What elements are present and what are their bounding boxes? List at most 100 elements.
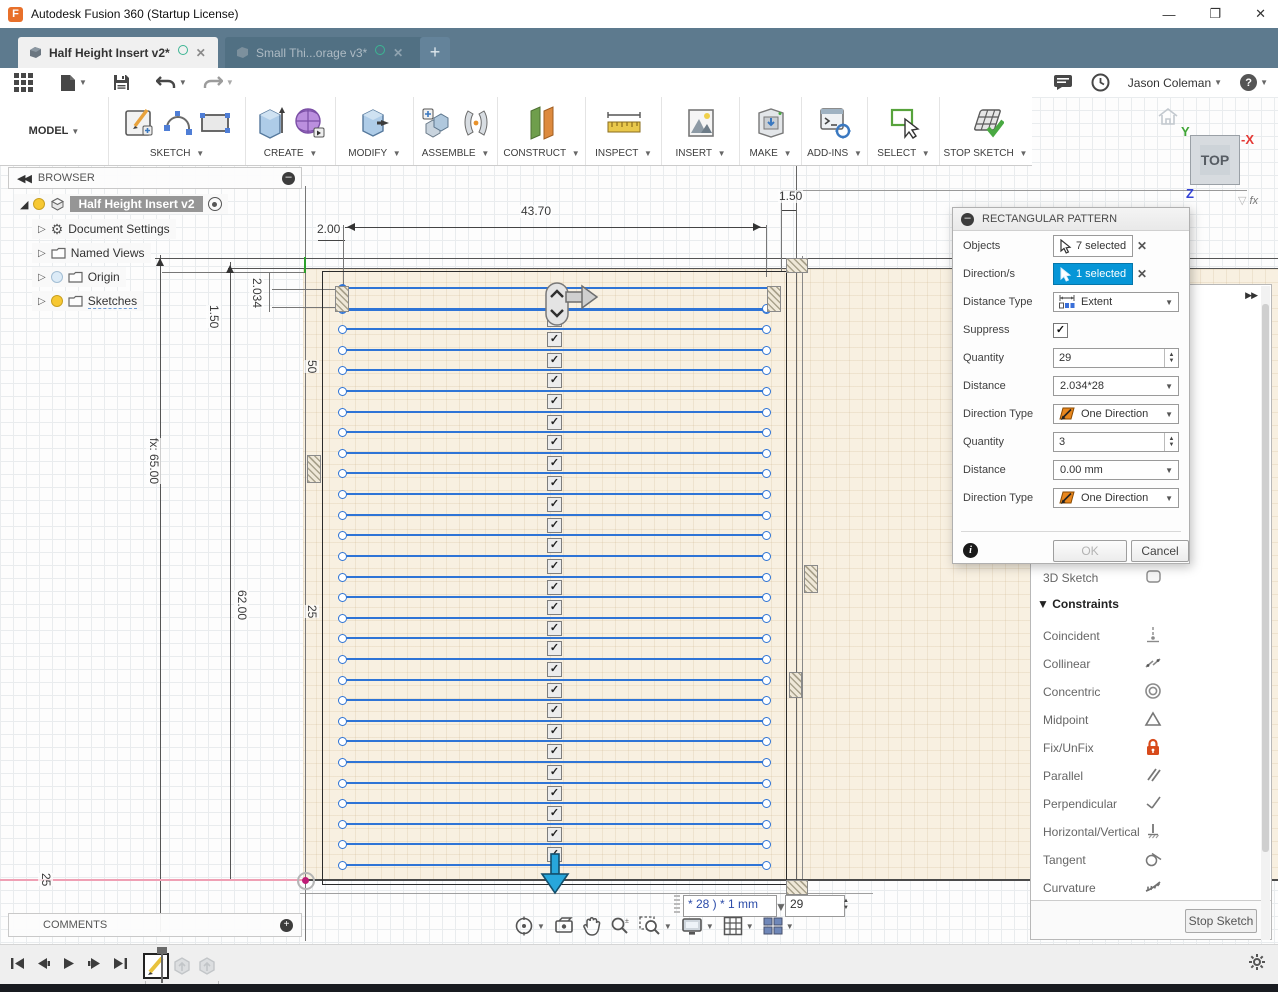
- constraint-midpoint[interactable]: Midpoint: [1031, 709, 1261, 731]
- visibility-bulb-icon[interactable]: [51, 271, 63, 283]
- display-settings-button[interactable]: ▼: [681, 917, 714, 936]
- ribbon-menu-make[interactable]: MAKE ▼: [749, 148, 791, 165]
- instance-suppress-checkbox[interactable]: ✓: [547, 786, 562, 801]
- timeline-marker-line[interactable]: [161, 953, 163, 983]
- sketch-point[interactable]: [338, 387, 347, 396]
- pattern-slot-line[interactable]: [342, 596, 766, 598]
- instance-suppress-checkbox[interactable]: ✓: [547, 662, 562, 677]
- sketch-point[interactable]: [338, 758, 347, 767]
- zoom-button[interactable]: ±: [610, 916, 630, 936]
- instance-suppress-checkbox[interactable]: ✓: [547, 621, 562, 636]
- cancel-button[interactable]: Cancel: [1131, 540, 1189, 562]
- look-at-button[interactable]: [554, 917, 574, 935]
- instance-suppress-checkbox[interactable]: ✓: [547, 435, 562, 450]
- expand-arrow-icon[interactable]: ▷: [38, 224, 46, 235]
- origin-point[interactable]: [302, 877, 309, 884]
- quantity-2-spinner[interactable]: ▲▼: [1164, 433, 1178, 451]
- instance-suppress-checkbox[interactable]: ✓: [547, 580, 562, 595]
- sketch-point[interactable]: [338, 614, 347, 623]
- help-menu[interactable]: ?▼: [1240, 74, 1268, 91]
- sketch-point[interactable]: [338, 449, 347, 458]
- pattern-slot-line[interactable]: [342, 740, 766, 742]
- pattern-slot-line[interactable]: [342, 843, 766, 845]
- pattern-slot-line[interactable]: [342, 349, 766, 351]
- dimension-label[interactable]: 2.00: [316, 223, 341, 236]
- browser-item-label[interactable]: Document Settings: [68, 222, 169, 236]
- collapse-panel-icon[interactable]: ◀◀: [17, 172, 30, 185]
- quantity-spinner[interactable]: ▲▼: [840, 895, 852, 915]
- instance-suppress-checkbox[interactable]: ✓: [547, 497, 562, 512]
- instance-suppress-checkbox[interactable]: ✓: [547, 332, 562, 347]
- instance-suppress-checkbox[interactable]: ✓: [547, 394, 562, 409]
- new-component-icon[interactable]: [420, 106, 454, 140]
- instance-suppress-checkbox[interactable]: ✓: [547, 765, 562, 780]
- browser-panel-header[interactable]: ◀◀ BROWSER –: [8, 167, 302, 189]
- pattern-slot-line[interactable]: [342, 802, 766, 804]
- sketch-point[interactable]: [762, 573, 771, 582]
- browser-root-row[interactable]: ◢Half Height Insert v2: [14, 194, 228, 214]
- plane-icon[interactable]: [527, 105, 557, 141]
- instance-suppress-checkbox[interactable]: ✓: [547, 703, 562, 718]
- sketch-point[interactable]: [338, 840, 347, 849]
- sketch-point[interactable]: [762, 408, 771, 417]
- rectangle-icon[interactable]: [199, 111, 231, 135]
- instance-suppress-checkbox[interactable]: ✓: [547, 373, 562, 388]
- activate-component-radio[interactable]: [208, 197, 222, 211]
- zoom-window-button[interactable]: ▼: [639, 916, 672, 936]
- grid-display-button[interactable]: ▼: [723, 916, 754, 936]
- sketch-point[interactable]: [762, 655, 771, 664]
- ribbon-menu-inspect[interactable]: INSPECT ▼: [595, 148, 652, 165]
- pattern-slot-line[interactable]: [342, 823, 766, 825]
- pattern-slot-line[interactable]: [342, 534, 766, 536]
- distance-type-dropdown[interactable]: Extent▼: [1053, 292, 1179, 312]
- print-icon[interactable]: [755, 107, 787, 139]
- constraint-collinear[interactable]: Collinear: [1031, 653, 1261, 675]
- dimension-label[interactable]: 25: [304, 605, 319, 618]
- measure-icon[interactable]: [606, 110, 642, 136]
- dimension-label[interactable]: 2.034: [249, 278, 264, 308]
- sketch-point[interactable]: [762, 490, 771, 499]
- arc-icon[interactable]: [163, 110, 193, 136]
- browser-item-label[interactable]: Named Views: [71, 246, 145, 260]
- pattern-slot-line[interactable]: [342, 637, 766, 639]
- app-grid-button[interactable]: [14, 73, 34, 93]
- ribbon-menu-sketch[interactable]: SKETCH ▼: [150, 148, 204, 165]
- joint-icon[interactable]: [460, 107, 492, 139]
- tab-small-storage[interactable]: Small Thi...orage v3* ✕: [225, 37, 435, 68]
- sketch-point[interactable]: [762, 531, 771, 540]
- pattern-slot-line[interactable]: [342, 782, 766, 784]
- instance-suppress-checkbox[interactable]: ✓: [547, 827, 562, 842]
- quantity-input[interactable]: 29: [785, 895, 845, 917]
- objects-clear-icon[interactable]: ✕: [1137, 239, 1147, 253]
- direction-type-2-dropdown[interactable]: One Direction▼: [1053, 488, 1179, 508]
- insert-image-icon[interactable]: [686, 107, 716, 139]
- quantity-1-input[interactable]: 29▲▼: [1053, 348, 1179, 368]
- user-menu[interactable]: Jason Coleman▼: [1128, 76, 1222, 90]
- ok-button[interactable]: OK: [1053, 540, 1127, 562]
- sketch-point[interactable]: [762, 552, 771, 561]
- sketch-point[interactable]: [762, 820, 771, 829]
- sketch-point[interactable]: [762, 428, 771, 437]
- sketch-point[interactable]: [762, 779, 771, 788]
- sketch-point[interactable]: [338, 428, 347, 437]
- browser-item-document-settings[interactable]: ▷⚙Document Settings: [32, 219, 176, 239]
- sketch-point[interactable]: [338, 408, 347, 417]
- instance-suppress-checkbox[interactable]: ✓: [547, 724, 562, 739]
- instance-suppress-checkbox[interactable]: ✓: [547, 456, 562, 471]
- timeline-suppressed-feature[interactable]: [172, 955, 194, 977]
- sketch-point[interactable]: [338, 820, 347, 829]
- sketch-point[interactable]: [338, 490, 347, 499]
- instance-suppress-checkbox[interactable]: ✓: [547, 415, 562, 430]
- direction-type-1-dropdown[interactable]: One Direction▼: [1053, 404, 1179, 424]
- sketch-point[interactable]: [338, 573, 347, 582]
- job-status-clock-icon[interactable]: [1091, 73, 1110, 92]
- timeline-play-button[interactable]: [62, 957, 76, 975]
- sketch-point[interactable]: [762, 634, 771, 643]
- sketch-point[interactable]: [762, 469, 771, 478]
- info-icon[interactable]: i: [963, 543, 978, 558]
- pattern-slot-line[interactable]: [342, 658, 766, 660]
- sketch-point[interactable]: [762, 593, 771, 602]
- add-comment-icon[interactable]: +: [280, 919, 293, 932]
- sketch-point[interactable]: [338, 531, 347, 540]
- constraint-fix-unfix[interactable]: Fix/UnFix: [1031, 737, 1261, 759]
